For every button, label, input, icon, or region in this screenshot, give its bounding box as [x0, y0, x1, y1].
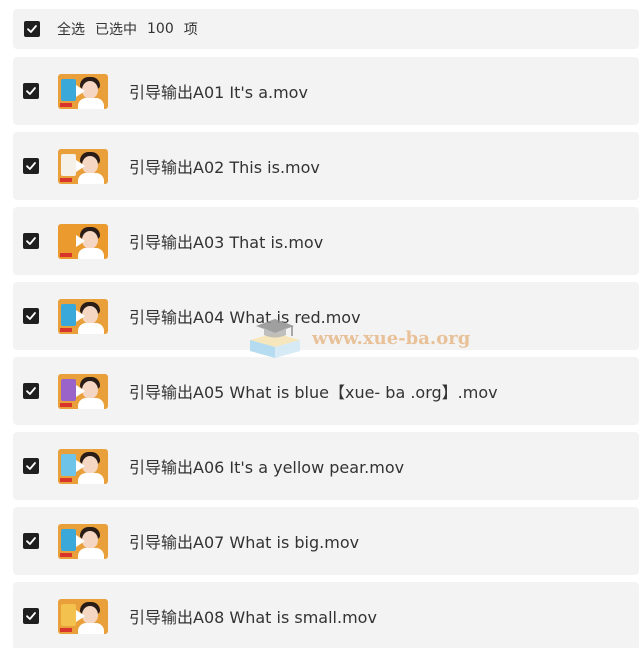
video-thumbnail[interactable]: [58, 373, 108, 409]
file-row[interactable]: 引导输出A02 This is.mov: [13, 132, 639, 200]
thumbnail-tag-graphic: [60, 327, 72, 332]
thumbnail-card-graphic: [61, 603, 76, 626]
play-icon: [76, 159, 85, 172]
play-icon: [76, 609, 85, 622]
thumbnail-body-graphic: [78, 97, 104, 109]
file-row[interactable]: 引导输出A05 What is blue【xue- ba .org】.mov: [13, 357, 639, 425]
select-all-label[interactable]: 全选: [57, 19, 85, 39]
checkmark-icon: [26, 87, 36, 95]
file-row[interactable]: 引导输出A01 It's a.mov: [13, 57, 639, 125]
file-checkbox[interactable]: [23, 83, 39, 99]
file-checkbox[interactable]: [23, 383, 39, 399]
checkmark-icon: [26, 462, 36, 470]
thumbnail-card-graphic: [61, 453, 76, 476]
thumbnail-tag-graphic: [60, 477, 72, 482]
video-thumbnail[interactable]: [58, 148, 108, 184]
thumbnail-card-graphic: [61, 378, 76, 401]
file-name[interactable]: 引导输出A04 What is red.mov: [129, 304, 361, 328]
thumbnail-body-graphic: [78, 247, 104, 259]
thumbnail-card-graphic: [61, 78, 76, 101]
thumbnail-card-graphic: [61, 528, 76, 551]
thumbnail-card-graphic: [61, 303, 76, 326]
checkmark-icon: [26, 237, 36, 245]
thumbnail-tag-graphic: [60, 627, 72, 632]
selected-count: 100: [147, 21, 174, 37]
thumbnail-body-graphic: [78, 172, 104, 184]
thumbnail-card-graphic: [61, 228, 76, 251]
select-all-bar: 全选 已选中 100 项: [13, 9, 639, 49]
file-name[interactable]: 引导输出A03 That is.mov: [129, 229, 323, 253]
play-icon: [76, 459, 85, 472]
thumbnail-tag-graphic: [60, 102, 72, 107]
file-row[interactable]: 引导输出A03 That is.mov: [13, 207, 639, 275]
file-checkbox[interactable]: [23, 158, 39, 174]
file-checkbox[interactable]: [23, 458, 39, 474]
file-checkbox[interactable]: [23, 233, 39, 249]
video-thumbnail[interactable]: [58, 598, 108, 634]
file-row[interactable]: 引导输出A08 What is small.mov: [13, 582, 639, 648]
video-thumbnail[interactable]: [58, 298, 108, 334]
thumbnail-tag-graphic: [60, 252, 72, 257]
thumbnail-body-graphic: [78, 622, 104, 634]
thumbnail-tag-graphic: [60, 552, 72, 557]
thumbnail-body-graphic: [78, 472, 104, 484]
selected-label: 已选中: [95, 22, 137, 38]
video-thumbnail[interactable]: [58, 73, 108, 109]
file-row[interactable]: 引导输出A07 What is big.mov: [13, 507, 639, 575]
video-thumbnail[interactable]: [58, 223, 108, 259]
file-selection-list: 全选 已选中 100 项 引导输出A01 It's a.mov 引导输出A02 T…: [0, 0, 639, 648]
file-name[interactable]: 引导输出A08 What is small.mov: [129, 604, 377, 628]
play-icon: [76, 234, 85, 247]
checkmark-icon: [26, 162, 36, 170]
checkmark-icon: [26, 312, 36, 320]
play-icon: [76, 534, 85, 547]
file-list: 引导输出A01 It's a.mov 引导输出A02 This is.mov 引导输…: [13, 57, 639, 648]
select-all-checkbox[interactable]: [24, 21, 40, 37]
thumbnail-body-graphic: [78, 547, 104, 559]
file-checkbox[interactable]: [23, 608, 39, 624]
checkmark-icon: [26, 387, 36, 395]
thumbnail-body-graphic: [78, 322, 104, 334]
file-name[interactable]: 引导输出A07 What is big.mov: [129, 529, 359, 553]
play-icon: [76, 309, 85, 322]
play-icon: [76, 84, 85, 97]
video-thumbnail[interactable]: [58, 523, 108, 559]
file-name[interactable]: 引导输出A05 What is blue【xue- ba .org】.mov: [129, 379, 498, 403]
thumbnail-card-graphic: [61, 153, 76, 176]
file-row[interactable]: 引导输出A04 What is red.mov: [13, 282, 639, 350]
checkmark-icon: [26, 537, 36, 545]
selection-summary: 全选 已选中 100 项: [57, 19, 208, 39]
checkmark-icon: [26, 612, 36, 620]
thumbnail-body-graphic: [78, 397, 104, 409]
file-checkbox[interactable]: [23, 308, 39, 324]
selected-unit: 项: [183, 22, 198, 38]
checkmark-icon: [27, 25, 37, 33]
thumbnail-tag-graphic: [60, 177, 72, 182]
file-name[interactable]: 引导输出A01 It's a.mov: [129, 79, 308, 103]
video-thumbnail[interactable]: [58, 448, 108, 484]
file-row[interactable]: 引导输出A06 It's a yellow pear.mov: [13, 432, 639, 500]
thumbnail-tag-graphic: [60, 402, 72, 407]
play-icon: [76, 384, 85, 397]
file-name[interactable]: 引导输出A06 It's a yellow pear.mov: [129, 454, 404, 478]
file-checkbox[interactable]: [23, 533, 39, 549]
file-name[interactable]: 引导输出A02 This is.mov: [129, 154, 320, 178]
